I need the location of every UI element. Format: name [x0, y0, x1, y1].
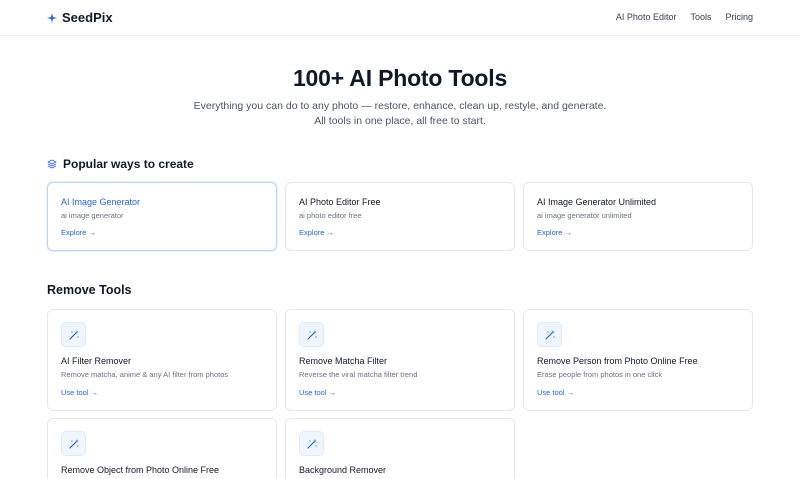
brand-name: SeedPix [62, 10, 113, 25]
brand-logo[interactable]: SeedPix [47, 10, 113, 25]
use-tool-link[interactable]: Use tool → [61, 388, 98, 397]
page-title: 100+ AI Photo Tools [292, 65, 508, 91]
tool-icon-box [537, 322, 562, 347]
tool-card-remove-matcha-filter[interactable]: Remove Matcha Filter Reverse the viral m… [285, 309, 515, 411]
popular-card-ai-photo-editor-free[interactable]: AI Photo Editor Free ai photo editor fre… [285, 182, 515, 251]
tool-card-ai-filter-remover[interactable]: AI Filter Remover Remove matcha, anime &… [47, 309, 277, 411]
nav-link-pricing[interactable]: Pricing [725, 12, 753, 22]
use-tool-link[interactable]: Use tool → [537, 388, 574, 397]
tool-subtitle: Reverse the viral matcha filter trend [299, 370, 418, 379]
page-subtitle: Everything you can do to any photo — res… [193, 100, 607, 127]
tool-subtitle: Remove matcha, anime & any AI filter fro… [61, 370, 229, 379]
tool-title: Background Remover [299, 465, 387, 475]
magic-wand-icon [68, 438, 79, 449]
card-title: AI Image Generator Unlimited [537, 197, 657, 207]
popular-section-title: Popular ways to create [63, 157, 194, 171]
top-navbar: SeedPix AI Photo Editor Tools Pricing [0, 0, 800, 36]
layers-icon [47, 159, 57, 169]
magic-wand-icon [306, 438, 317, 449]
tool-card-background-remover[interactable]: Background Remover [285, 418, 515, 479]
card-subtitle: ai image generator [61, 211, 124, 220]
card-title: AI Photo Editor Free [299, 197, 381, 207]
card-subtitle: ai photo editor free [299, 211, 362, 220]
tool-icon-box [61, 322, 86, 347]
magic-wand-icon [68, 329, 79, 340]
tool-card-remove-object[interactable]: Remove Object from Photo Online Free [47, 418, 277, 479]
use-tool-link[interactable]: Use tool → [299, 388, 336, 397]
tool-subtitle: Erase people from photos in one click [537, 370, 663, 379]
sparkle-icon [47, 12, 57, 23]
remove-section-title: Remove Tools [47, 283, 132, 297]
explore-link[interactable]: Explore → [299, 228, 334, 237]
nav-link-tools[interactable]: Tools [690, 12, 711, 22]
card-title: AI Image Generator [61, 197, 141, 207]
nav-links: AI Photo Editor Tools Pricing [616, 12, 753, 22]
tool-icon-box [299, 322, 324, 347]
tool-title: Remove Object from Photo Online Free [61, 465, 220, 475]
tool-title: AI Filter Remover [61, 356, 132, 366]
tool-icon-box [61, 431, 86, 456]
nav-link-ai-photo-editor[interactable]: AI Photo Editor [616, 12, 677, 22]
tool-card-remove-person[interactable]: Remove Person from Photo Online Free Era… [523, 309, 753, 411]
explore-link[interactable]: Explore → [61, 228, 96, 237]
remove-section-header: Remove Tools [47, 283, 132, 297]
magic-wand-icon [544, 329, 555, 340]
tool-title: Remove Person from Photo Online Free [537, 356, 698, 366]
tool-icon-box [299, 431, 324, 456]
magic-wand-icon [306, 329, 317, 340]
explore-link[interactable]: Explore → [537, 228, 572, 237]
card-subtitle: ai image generator unlimited [537, 211, 632, 220]
popular-card-ai-image-generator[interactable]: AI Image Generator ai image generator Ex… [47, 182, 277, 251]
popular-section-header: Popular ways to create [47, 157, 194, 171]
tool-title: Remove Matcha Filter [299, 356, 388, 366]
popular-card-ai-image-generator-unlimited[interactable]: AI Image Generator Unlimited ai image ge… [523, 182, 753, 251]
